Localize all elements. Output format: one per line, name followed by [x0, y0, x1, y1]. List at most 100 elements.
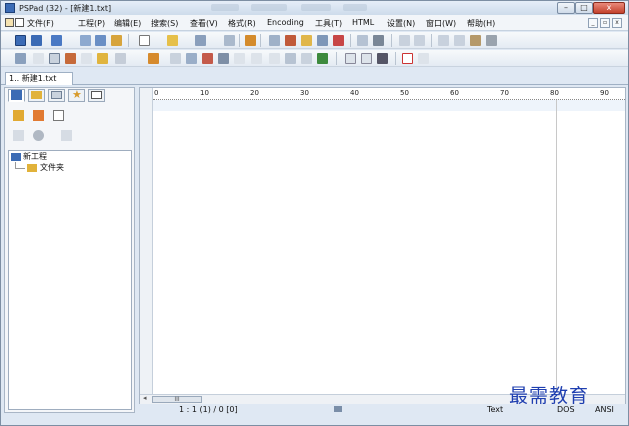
line-numbers-icon[interactable] — [15, 53, 26, 64]
remove-files-icon[interactable] — [33, 110, 44, 121]
editor-pane[interactable]: 0 10 20 30 40 50 60 70 80 90 ◂ III — [139, 87, 626, 413]
close-button[interactable]: x — [593, 2, 625, 14]
paste-icon[interactable] — [470, 35, 481, 46]
panel-tab-list[interactable] — [48, 89, 65, 102]
tree-item-project[interactable]: 新工程 — [23, 151, 47, 162]
lock-icon[interactable] — [97, 53, 108, 64]
delete-icon[interactable] — [486, 35, 497, 46]
console-icon[interactable] — [361, 53, 372, 64]
color-icon[interactable] — [65, 53, 76, 64]
menu-encoding[interactable]: Encoding — [267, 18, 304, 27]
print-icon[interactable] — [373, 35, 384, 46]
separator — [128, 34, 129, 47]
hex-icon[interactable] — [418, 53, 429, 64]
ruler-label: 60 — [450, 89, 459, 97]
ruler-label: 50 — [400, 89, 409, 97]
column-select-icon[interactable] — [49, 53, 60, 64]
tree-item-folder[interactable]: 文件夹 — [40, 162, 64, 173]
title-blur — [301, 4, 331, 11]
panel-tab-window[interactable] — [88, 89, 105, 102]
separator — [239, 34, 240, 47]
info-icon[interactable] — [33, 130, 44, 141]
arrow-icon[interactable] — [148, 53, 159, 64]
minimize-button[interactable]: – — [557, 2, 575, 14]
title-blur — [343, 4, 367, 11]
stop-icon[interactable] — [402, 53, 413, 64]
ruler-label: 0 — [154, 89, 159, 97]
replace-icon[interactable] — [285, 35, 296, 46]
cut-icon[interactable] — [438, 35, 449, 46]
preview-icon[interactable] — [357, 35, 368, 46]
tag-icon[interactable] — [269, 53, 280, 64]
menu-view[interactable]: 查看(V) — [190, 18, 218, 29]
project-icon[interactable] — [15, 35, 26, 46]
watermark-text: 最需教育 — [509, 385, 590, 407]
panel-tab-project[interactable] — [8, 89, 25, 102]
compare-icon[interactable] — [317, 35, 328, 46]
filter-icon[interactable] — [301, 53, 312, 64]
run-icon[interactable] — [345, 53, 356, 64]
undo-icon[interactable] — [399, 35, 410, 46]
scroll-left-arrow-icon[interactable]: ◂ — [143, 394, 147, 402]
menu-file[interactable]: 文件(F) — [27, 18, 54, 29]
html-icon[interactable] — [115, 53, 126, 64]
add-files-icon[interactable] — [13, 110, 24, 121]
save-project-icon[interactable] — [51, 35, 62, 46]
copy-icon[interactable] — [454, 35, 465, 46]
format-toolbar — [1, 50, 628, 67]
mdi-close-button[interactable]: x — [612, 18, 622, 28]
maximize-button[interactable]: □ — [575, 2, 593, 14]
table-icon[interactable] — [186, 53, 197, 64]
redo-icon[interactable] — [414, 35, 425, 46]
find-icon[interactable] — [269, 35, 280, 46]
code-explorer-icon[interactable] — [333, 35, 344, 46]
separator — [431, 34, 432, 47]
css-icon[interactable] — [251, 53, 262, 64]
google-icon[interactable] — [317, 53, 328, 64]
files-icon[interactable] — [95, 35, 106, 46]
tidy-icon[interactable] — [285, 53, 296, 64]
panel-tab-folder[interactable] — [28, 89, 45, 102]
macro-icon[interactable] — [218, 53, 229, 64]
wrap-icon[interactable] — [81, 53, 92, 64]
horizontal-scroll-thumb[interactable]: III — [152, 396, 202, 403]
menu-edit[interactable]: 编辑(E) — [114, 18, 141, 29]
menu-settings[interactable]: 设置(N) — [387, 18, 415, 29]
ruler-label: 30 — [300, 89, 309, 97]
panel-tab-favorites[interactable]: ★ — [68, 89, 85, 102]
open-project-icon[interactable] — [31, 35, 42, 46]
open-icon[interactable] — [167, 35, 178, 46]
new-icon[interactable] — [139, 35, 150, 46]
menu-format[interactable]: 格式(R) — [228, 18, 256, 29]
encoding-indicator[interactable]: ANSI — [595, 405, 614, 414]
menu-help[interactable]: 帮助(H) — [467, 18, 495, 29]
format-icon[interactable] — [170, 53, 181, 64]
menu-search[interactable]: 搜索(S) — [151, 18, 178, 29]
palette-icon[interactable] — [202, 53, 213, 64]
bookmark-icon[interactable] — [301, 35, 312, 46]
menu-tools[interactable]: 工具(T) — [315, 18, 342, 29]
project-settings-icon[interactable] — [80, 35, 91, 46]
new-folder-icon[interactable] — [53, 110, 64, 121]
refresh-icon[interactable] — [13, 130, 24, 141]
mdi-minimize-button[interactable]: _ — [588, 18, 598, 28]
tree-connector — [15, 168, 25, 169]
pilcrow-icon[interactable] — [33, 53, 44, 64]
window-menu-icon[interactable] — [15, 18, 24, 27]
menu-window[interactable]: 窗口(W) — [426, 18, 456, 29]
settings-icon[interactable] — [61, 130, 72, 141]
save-icon[interactable] — [195, 35, 206, 46]
syntax-mode[interactable]: Text — [487, 405, 503, 414]
mdi-restore-button[interactable]: ▫ — [600, 18, 610, 28]
terminal-icon[interactable] — [377, 53, 388, 64]
open-in-browser-icon[interactable] — [245, 35, 256, 46]
tab-document-1[interactable]: 1.. 新建1.txt — [5, 72, 73, 85]
ruler-label: 10 — [200, 89, 209, 97]
menu-project[interactable]: 工程(P) — [78, 18, 105, 29]
menu-html[interactable]: HTML — [352, 18, 374, 27]
close-project-icon[interactable] — [111, 35, 122, 46]
save-all-icon[interactable] — [224, 35, 235, 46]
html-check-icon[interactable] — [234, 53, 245, 64]
ruler-label: 20 — [250, 89, 259, 97]
document-menu-icon[interactable] — [5, 18, 14, 27]
